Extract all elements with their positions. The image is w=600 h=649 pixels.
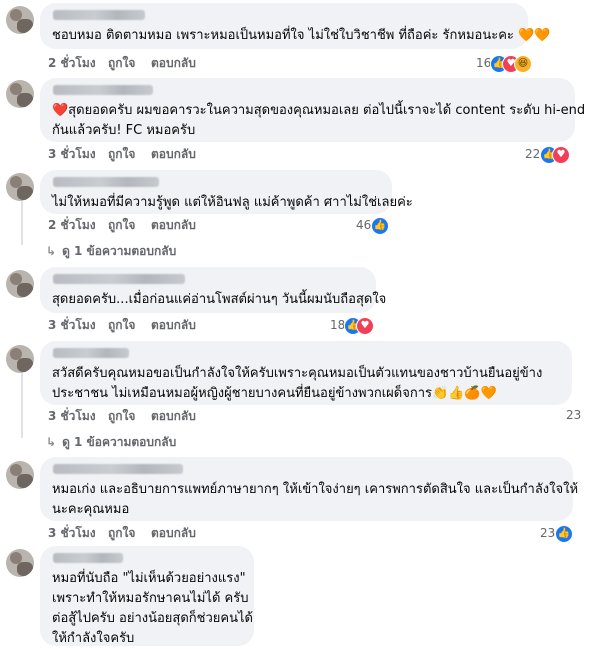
like-action[interactable]: ถูกใจ <box>108 525 135 541</box>
reaction-summary[interactable]: 23 👍 <box>540 524 580 543</box>
comment-text: สุดยอดครับ...เมื่อก่อนแค่อ่านโพสต์ผ่านๆ … <box>52 292 387 307</box>
reaction-count: 23 <box>566 408 582 422</box>
comment-time[interactable]: 2 ชั่วโมง <box>48 55 96 71</box>
like-action[interactable]: ถูกใจ <box>108 217 135 233</box>
comment-text: นะคะคุณหมอ <box>52 502 130 517</box>
reaction-count: 18 <box>330 318 346 332</box>
avatar[interactable] <box>6 6 34 34</box>
commenter-name-blurred[interactable] <box>53 348 129 358</box>
avatar[interactable] <box>6 173 34 201</box>
comment-text: ให้กำลังใจครับ <box>52 631 135 646</box>
comment-text: ไม่ให้หมอที่มีความรู้พูด แต่ให้อินฟลู แม… <box>52 195 413 210</box>
comment-time[interactable]: 3 ชั่วโมง <box>48 146 96 162</box>
comment-time[interactable]: 3 ชั่วโมง <box>48 317 96 333</box>
comment-bubble: ไม่ให้หมอที่มีความรู้พูด แต่ให้อินฟลู แม… <box>40 170 413 214</box>
reply-action[interactable]: ตอบกลับ <box>151 317 196 333</box>
reaction-summary[interactable]: 46 👍 <box>356 216 396 235</box>
comment-text: ประชาชน ไม่เหมือนหมอผู้หญิงผู้ชายบางคนที… <box>52 386 497 401</box>
reaction-count: 16 <box>476 56 492 70</box>
reply-action[interactable]: ตอบกลับ <box>151 55 196 71</box>
view-replies-label: ดู 1 ข้อความตอบกลับ <box>62 244 177 258</box>
love-icon: ♥ <box>552 146 570 164</box>
like-action[interactable]: ถูกใจ <box>108 317 135 333</box>
reply-action[interactable]: ตอบกลับ <box>151 146 196 162</box>
comment-time[interactable]: 3 ชั่วโมง <box>48 525 96 541</box>
like-icon: 👍 <box>555 525 573 543</box>
avatar[interactable] <box>6 80 34 108</box>
avatar[interactable] <box>6 549 34 577</box>
reaction-summary[interactable]: 18 👍 ♥ <box>330 316 380 335</box>
comment-text: กันแล้วครับ! FC หมอครับ <box>52 123 196 138</box>
commenter-name-blurred[interactable] <box>53 553 123 563</box>
commenter-name-blurred[interactable] <box>53 85 153 95</box>
love-icon: ♥ <box>356 317 374 335</box>
commenter-name-blurred[interactable] <box>53 10 145 20</box>
haha-icon: 😆 <box>514 55 532 73</box>
avatar[interactable] <box>6 345 34 373</box>
reply-action[interactable]: ตอบกลับ <box>151 217 196 233</box>
reply-arrow-icon: ↳ <box>46 244 57 258</box>
comment-text: ต่อสู้ไปครับ อย่างน้อยสุดก็ช่วยคนได้ <box>52 611 253 626</box>
like-icon: 👍 <box>371 217 389 235</box>
reaction-count: 46 <box>356 218 372 232</box>
comment-text: ชอบหมอ ติดตามหมอ เพราะหมอเป็นหมอที่ใจ ไม… <box>52 28 551 43</box>
view-replies-link[interactable]: ↳ ดู 1 ข้อความตอบกลับ <box>46 433 176 452</box>
commenter-name-blurred[interactable] <box>53 177 159 187</box>
comment-text: ❤️สุดยอดครับ ผมขอคารวะในความสุดของคุณหมอ… <box>52 103 586 118</box>
reply-action[interactable]: ตอบกลับ <box>151 408 196 424</box>
commenter-name-blurred[interactable] <box>53 274 185 284</box>
comment-text: หมอเก่ง และอธิบายการแพทย์ภาษายากๆ ให้เข้… <box>52 482 579 497</box>
commenter-name-blurred[interactable] <box>53 464 183 474</box>
comment-time[interactable]: 2 ชั่วโมง <box>48 217 96 233</box>
comment-text: สวัสดีครับคุณหมอขอเป็นกำลังใจให้ครับเพรา… <box>52 366 543 381</box>
comment-text: เพราะทำให้หมอรักษาคนไม่ได้ ครับ <box>52 591 249 606</box>
view-replies-label: ดู 1 ข้อความตอบกลับ <box>62 435 177 449</box>
comment-bubble: สวัสดีครับคุณหมอขอเป็นกำลังใจให้ครับเพรา… <box>40 341 572 405</box>
like-action[interactable]: ถูกใจ <box>108 146 135 162</box>
reaction-count: 22 <box>525 147 541 161</box>
reaction-summary[interactable]: 22 👍 ♥ <box>525 145 575 164</box>
like-action[interactable]: ถูกใจ <box>108 55 135 71</box>
comment-text: หมอที่นับถือ "ไม่เห็นด้วยอย่างแรง" <box>52 571 246 586</box>
reply-arrow-icon: ↳ <box>46 435 57 449</box>
reaction-summary[interactable]: 23 <box>566 406 596 424</box>
comment-time[interactable]: 3 ชั่วโมง <box>48 408 96 424</box>
avatar[interactable] <box>6 270 34 298</box>
thread-line <box>21 372 23 438</box>
reaction-count: 23 <box>540 526 556 540</box>
comment-bubble: หมอเก่ง และอธิบายการแพทย์ภาษายากๆ ให้เข้… <box>40 457 579 521</box>
reaction-summary[interactable]: 16 👍 ♥ 😆 <box>476 54 536 73</box>
comment-bubble: ❤️สุดยอดครับ ผมขอคารวะในความสุดของคุณหมอ… <box>40 78 586 142</box>
comment-bubble: ชอบหมอ ติดตามหมอ เพราะหมอเป็นหมอที่ใจ ไม… <box>40 3 551 49</box>
comment-bubble: หมอที่นับถือ "ไม่เห็นด้วยอย่างแรง" เพราะ… <box>40 546 254 646</box>
thread-line <box>21 195 23 245</box>
avatar[interactable] <box>6 461 34 489</box>
comment-bubble: สุดยอดครับ...เมื่อก่อนแค่อ่านโพสต์ผ่านๆ … <box>40 267 387 313</box>
like-action[interactable]: ถูกใจ <box>108 408 135 424</box>
view-replies-link[interactable]: ↳ ดู 1 ข้อความตอบกลับ <box>46 242 176 261</box>
reply-action[interactable]: ตอบกลับ <box>151 525 196 541</box>
